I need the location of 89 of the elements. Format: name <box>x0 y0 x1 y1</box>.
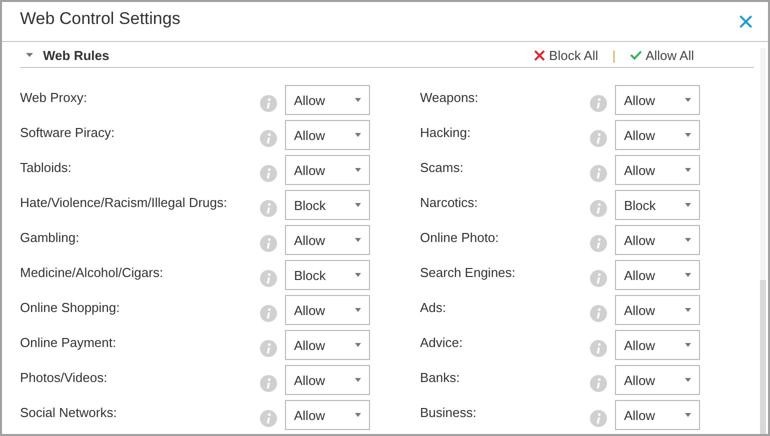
rule-dropdown[interactable]: Allow <box>615 155 700 185</box>
rule-dropdown[interactable]: Allow <box>615 365 700 395</box>
rule-dropdown[interactable]: Block <box>285 260 370 290</box>
rule-dropdown[interactable]: Allow <box>285 155 370 185</box>
rule-dropdown[interactable]: Allow <box>285 330 370 360</box>
caret-icon <box>685 98 691 102</box>
rule-dropdown[interactable]: Allow <box>285 365 370 395</box>
caret-icon <box>355 273 361 277</box>
caret-icon <box>355 203 361 207</box>
caret-icon <box>685 343 691 347</box>
info-icon[interactable] <box>590 200 607 216</box>
rule-dropdown[interactable]: Allow <box>615 400 700 430</box>
section-title: Web Rules <box>43 48 110 62</box>
rule-dropdown[interactable]: Allow <box>285 85 370 115</box>
rule-label: Software Piracy: <box>20 124 116 140</box>
info-icon[interactable] <box>590 304 607 322</box>
caret-icon <box>355 238 361 242</box>
rule-label: Banks: <box>420 370 461 384</box>
info-icon[interactable] <box>590 270 607 286</box>
rule-label: Social Networks: <box>20 404 118 420</box>
info-icon[interactable] <box>260 164 277 182</box>
caret-icon <box>685 413 691 417</box>
rule-label: Hate/Violence/Racism/Illegal Drugs: <box>20 194 228 210</box>
caret-icon <box>685 133 691 137</box>
allow-all-link[interactable]: Allow All <box>630 48 694 62</box>
rule-dropdown[interactable]: Allow <box>285 400 370 430</box>
scrollbar[interactable] <box>760 48 766 434</box>
info-icon[interactable] <box>590 374 607 392</box>
info-icon[interactable] <box>260 304 277 322</box>
rule-label: Weapons: <box>420 90 480 104</box>
info-icon[interactable] <box>260 234 277 252</box>
rule-label: Scams: <box>420 160 464 174</box>
rule-dropdown[interactable]: Allow <box>285 225 370 255</box>
rule-label: Online Payment: <box>20 334 118 350</box>
rule-dropdown[interactable]: Allow <box>615 225 700 255</box>
info-icon[interactable] <box>260 374 277 392</box>
caret-icon <box>355 98 361 102</box>
rule-label: Ads: <box>420 300 448 314</box>
rule-label: Search Engines: <box>420 264 516 280</box>
rule-label: Online Photo: <box>420 230 500 244</box>
rule-label: Online Shopping: <box>20 300 121 314</box>
info-icon[interactable] <box>590 410 607 426</box>
rule-dropdown[interactable]: Allow <box>615 295 700 325</box>
caret-icon <box>685 273 691 277</box>
info-icon[interactable] <box>590 130 607 146</box>
info-icon[interactable] <box>590 94 607 112</box>
caret-icon <box>685 378 691 382</box>
window-title: Web Control Settings <box>20 8 180 28</box>
caret-icon <box>355 378 361 382</box>
rule-label: Gambling: <box>20 230 80 244</box>
caret-icon <box>355 133 361 137</box>
caret-icon <box>685 238 691 242</box>
rule-dropdown[interactable]: Allow <box>615 260 700 290</box>
info-icon[interactable] <box>260 340 277 356</box>
info-icon[interactable] <box>590 234 607 252</box>
rule-dropdown[interactable]: Allow <box>285 295 370 325</box>
rule-dropdown[interactable]: Block <box>615 190 700 220</box>
info-icon[interactable] <box>260 94 277 112</box>
rule-dropdown[interactable]: Allow <box>615 85 700 115</box>
rule-label: Advice: <box>420 334 464 350</box>
info-icon[interactable] <box>590 164 607 182</box>
caret-icon <box>685 168 691 172</box>
caret-icon <box>355 168 361 172</box>
cross-icon <box>534 50 546 60</box>
caret-icon <box>685 308 691 312</box>
rule-dropdown[interactable]: Allow <box>285 120 370 150</box>
rule-label: Hacking: <box>420 124 472 140</box>
caret-icon <box>355 413 361 417</box>
rule-dropdown[interactable]: Allow <box>615 120 700 150</box>
info-icon[interactable] <box>260 410 277 426</box>
rule-label: Photos/Videos: <box>20 370 108 384</box>
info-icon[interactable] <box>590 340 607 356</box>
rule-label: Tabloids: <box>20 160 72 174</box>
check-icon <box>630 50 642 60</box>
separator-text: | <box>612 48 616 62</box>
info-icon[interactable] <box>260 130 277 146</box>
info-icon[interactable] <box>260 200 277 216</box>
rule-label: Medicine/Alcohol/Cigars: <box>20 264 164 280</box>
block-all-link[interactable]: Block All <box>534 48 598 62</box>
rule-dropdown[interactable]: Allow <box>615 330 700 360</box>
info-icon[interactable] <box>260 270 277 286</box>
caret-icon <box>355 343 361 347</box>
rule-dropdown[interactable]: Block <box>285 190 370 220</box>
caret-icon <box>685 203 691 207</box>
rule-label: Web Proxy: <box>20 90 88 104</box>
rule-label: Narcotics: <box>420 194 479 210</box>
caret-icon[interactable] <box>26 52 33 58</box>
rule-label: Business: <box>420 404 478 420</box>
caret-icon <box>355 308 361 312</box>
